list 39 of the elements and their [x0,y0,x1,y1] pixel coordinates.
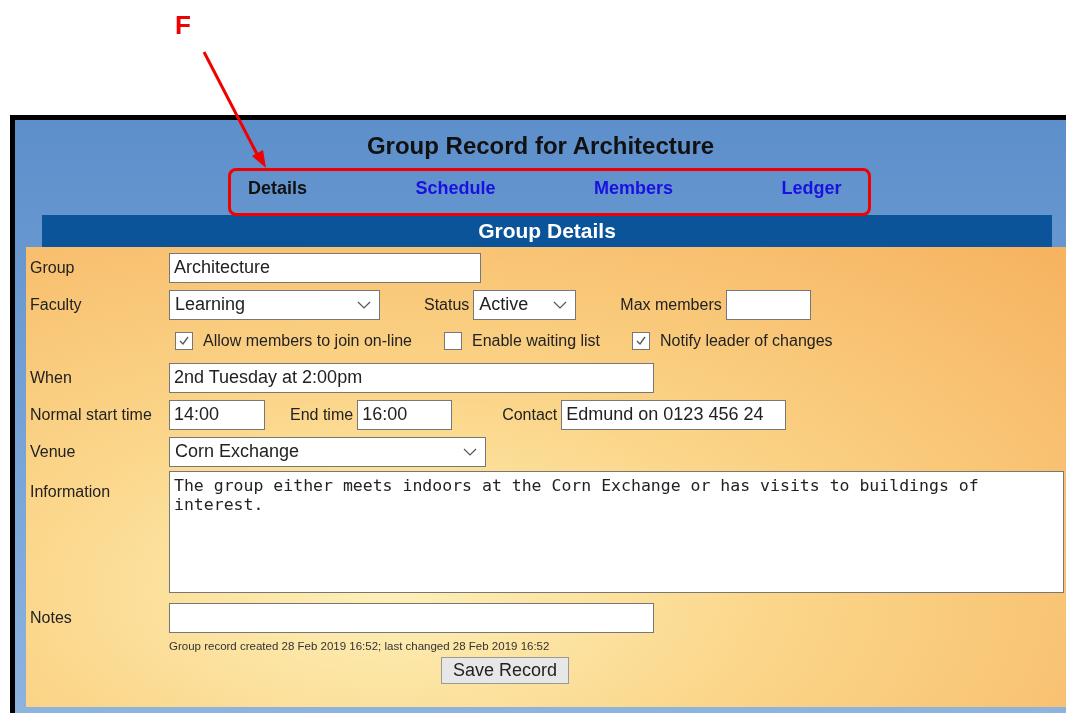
field-label: Group [30,258,76,277]
field-label: When [30,368,73,387]
information-textarea[interactable]: The group either meets indoors at the Corn Exchange or has visits to buildings of interest. [169,471,1064,593]
annotation-letter: F [175,10,191,41]
checkbox-label: Allow members to join on-line [203,332,412,350]
field-label: Notes [30,608,73,627]
checkbox[interactable] [175,332,193,350]
check-icon [178,335,190,347]
checkbox-label: Enable waiting list [472,332,601,350]
when-field[interactable]: 2nd Tuesday at 2:00pm [169,362,654,393]
notes-field[interactable] [169,602,654,633]
chevron-icon [357,300,371,309]
venue-dropdown[interactable]: Corn Exchange [169,436,486,467]
field-label: Faculty [30,295,83,314]
page-title: Group Record for Architecture [365,131,716,161]
checkbox[interactable] [632,332,651,350]
section-header: Group Details [42,215,1052,247]
end-time-field[interactable]: 16:00 [357,399,453,430]
field-label: Contact [502,405,558,424]
contact-field[interactable]: Edmund on 0123 456 24 [561,399,787,430]
check-icon [635,335,648,347]
checkbox-label: Notify leader of changes [660,332,833,350]
max-members-field[interactable] [725,289,811,320]
field-label: Normal start time [30,405,153,424]
field-label: Venue [30,442,77,461]
field-label: End time [290,405,354,424]
field-label: Max members [620,295,722,314]
faculty-dropdown[interactable]: Learning [169,289,380,320]
chevron-icon [553,300,568,309]
save-button[interactable]: Save Record [440,657,570,684]
status-dropdown[interactable]: Active [473,289,577,320]
checkbox[interactable] [444,332,462,350]
group-field[interactable]: Architecture [169,252,481,283]
field-label: Information [30,482,112,501]
chevron-icon [463,447,477,456]
record-info: Group record created 28 Feb 2019 16:52; last changed 28 Feb 2019 16:52 [169,640,551,652]
field-label: Status [424,295,470,314]
tab[interactable]: Details [188,178,367,199]
start-time-field[interactable]: 14:00 [169,399,265,430]
